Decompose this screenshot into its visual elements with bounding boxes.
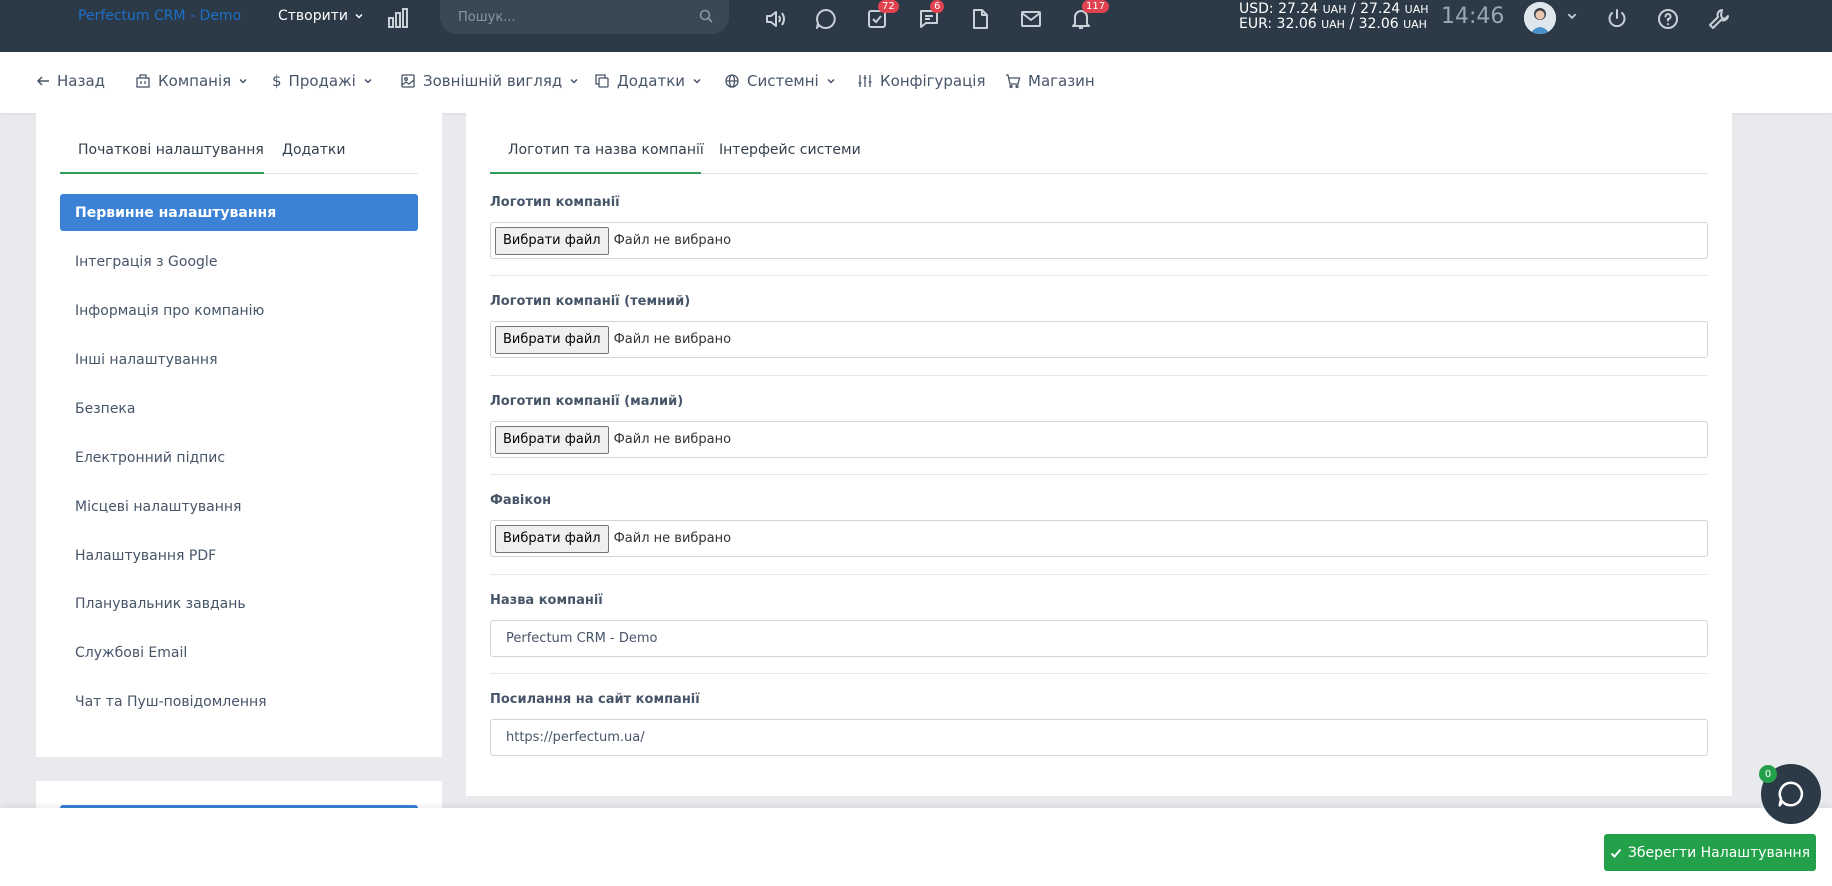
nav-sales[interactable]: $ Продажі	[272, 72, 373, 90]
active-tab-underline	[490, 172, 701, 174]
company-name-input[interactable]: Perfectum CRM - Demo	[490, 620, 1708, 657]
tab-system-interface[interactable]: Інтерфейс системи	[719, 142, 861, 158]
document-icon[interactable]	[967, 6, 993, 32]
sidebar-item-google-integration[interactable]: Інтеграція з Google	[60, 243, 418, 280]
nav-company[interactable]: Компанія	[135, 72, 248, 90]
brand-logo[interactable]: Perfectum CRM - Demo	[78, 8, 241, 24]
sidebar-item-company-info[interactable]: Інформація про компанію	[60, 292, 418, 329]
speaker-icon[interactable]	[762, 6, 788, 32]
form-tabs: Логотип та назва компанії Інтерфейс сист…	[490, 138, 1708, 174]
chat-icon	[1778, 781, 1804, 807]
nav-bar: Назад Компанія $ Продажі Зовнішній вигля…	[0, 52, 1832, 113]
nav-addons[interactable]: Додатки	[594, 72, 702, 90]
favicon-file-input: Вибрати файл Файл не вибрано	[490, 520, 1708, 557]
divider	[490, 275, 1708, 276]
sidebar-item-pdf-settings[interactable]: Налаштування PDF	[60, 537, 418, 574]
company-name-label: Назва компанії	[490, 593, 603, 608]
create-label: Створити	[278, 8, 348, 24]
nav-store[interactable]: Магазин	[1005, 72, 1095, 90]
favicon-label: Фавікон	[490, 493, 552, 508]
sidebar-item-other-settings[interactable]: Інші налаштування	[60, 341, 418, 378]
company-site-input[interactable]: https://perfectum.ua/	[490, 719, 1708, 756]
copy-icon	[595, 74, 609, 88]
discussions-badge: 6	[930, 0, 945, 13]
chevron-down-icon	[364, 78, 372, 84]
image-icon	[401, 74, 415, 88]
bell-icon[interactable]: 117	[1068, 0, 1110, 32]
divider	[490, 474, 1708, 475]
choose-file-button[interactable]: Вибрати файл	[495, 524, 609, 553]
dollar-icon: $	[272, 72, 282, 90]
reports-chart-icon[interactable]	[386, 6, 410, 34]
company-site-label: Посилання на сайт компанії	[490, 692, 700, 707]
create-menu-button[interactable]: Створити	[278, 8, 364, 24]
currency-rates: USD: 27.24 UAH / 27.24 UAH EUR: 32.06 UA…	[1239, 2, 1429, 32]
logo-label: Логотип компанії	[490, 195, 620, 210]
search-box	[440, 0, 729, 34]
bottom-action-bar	[0, 808, 1832, 886]
tab-initial-settings[interactable]: Початкові налаштування	[78, 142, 264, 174]
user-avatar[interactable]	[1524, 2, 1556, 34]
sliders-icon	[858, 75, 872, 87]
check-icon	[1610, 848, 1622, 858]
search-input[interactable]	[458, 4, 688, 30]
sidebar-item-security[interactable]: Безпека	[60, 390, 418, 427]
sidebar-item-service-email[interactable]: Службові Email	[60, 634, 418, 671]
sidebar-item-chat-push[interactable]: Чат та Пуш-повідомлення	[60, 683, 418, 720]
search-icon[interactable]	[699, 9, 713, 23]
no-file-text: Файл не вибрано	[613, 332, 732, 347]
save-settings-button[interactable]: Зберегти Налаштування	[1604, 834, 1816, 871]
usd-rate: USD: 27.24 UAH / 27.24 UAH	[1239, 1, 1429, 17]
no-file-text: Файл не вибрано	[613, 432, 732, 447]
wrench-icon[interactable]	[1706, 6, 1732, 32]
logo-dark-label: Логотип компанії (темний)	[490, 294, 691, 309]
top-bar: Perfectum CRM - Demo Створити 72 6 117 U…	[0, 0, 1832, 52]
choose-file-button[interactable]: Вибрати файл	[495, 425, 609, 454]
tasks-badge: 72	[878, 0, 899, 13]
sidebar-tabs: Початкові налаштування Додатки	[60, 138, 418, 174]
sidebar-item-localization[interactable]: Місцеві налаштування	[60, 488, 418, 525]
choose-file-button[interactable]: Вибрати файл	[495, 325, 609, 354]
active-tab-underline	[60, 172, 263, 174]
nav-back[interactable]: Назад	[36, 72, 105, 90]
tab-logo-company-name[interactable]: Логотип та назва компанії	[508, 142, 704, 158]
logo-file-input: Вибрати файл Файл не вибрано	[490, 222, 1708, 259]
help-icon[interactable]	[1655, 6, 1681, 32]
cart-icon	[1006, 74, 1021, 89]
chevron-down-icon	[827, 78, 835, 84]
building-icon	[136, 74, 150, 88]
logo-small-file-input: Вибрати файл Файл не вибрано	[490, 421, 1708, 458]
arrow-left-icon	[36, 76, 49, 86]
logo-dark-file-input: Вибрати файл Файл не вибрано	[490, 321, 1708, 358]
sidebar-item-primary-settings[interactable]: Первинне налаштування	[60, 194, 418, 231]
chat-widget-badge: 0	[1759, 765, 1777, 783]
chevron-down-icon	[239, 78, 247, 84]
tab-addons[interactable]: Додатки	[282, 142, 345, 158]
nav-system[interactable]: Системні	[724, 72, 836, 90]
chevron-down-icon	[693, 78, 701, 84]
sidebar-item-task-scheduler[interactable]: Планувальник завдань	[60, 585, 418, 622]
sidebar-item-e-signature[interactable]: Електронний підпис	[60, 439, 418, 476]
power-icon[interactable]	[1604, 6, 1630, 32]
discussions-icon[interactable]: 6	[916, 0, 945, 32]
nav-appearance[interactable]: Зовнішній вигляд	[400, 72, 579, 90]
eur-rate: EUR: 32.06 UAH / 32.06 UAH	[1239, 16, 1427, 32]
divider	[490, 574, 1708, 575]
chevron-down-icon	[570, 78, 578, 84]
divider	[490, 673, 1708, 674]
logo-small-label: Логотип компанії (малий)	[490, 394, 684, 409]
globe-icon	[725, 74, 739, 88]
tasks-icon[interactable]: 72	[864, 0, 899, 32]
no-file-text: Файл не вибрано	[613, 531, 732, 546]
nav-configuration[interactable]: Конфігурація	[857, 72, 986, 90]
divider	[490, 375, 1708, 376]
clock: 14:46	[1441, 4, 1505, 29]
no-file-text: Файл не вибрано	[613, 233, 732, 248]
chevron-down-icon	[355, 13, 363, 19]
chevron-down-icon[interactable]	[1566, 10, 1578, 22]
chat-icon[interactable]	[813, 6, 839, 32]
choose-file-button[interactable]: Вибрати файл	[495, 226, 609, 255]
notifications-badge: 117	[1082, 0, 1110, 13]
mail-icon[interactable]	[1018, 6, 1044, 32]
